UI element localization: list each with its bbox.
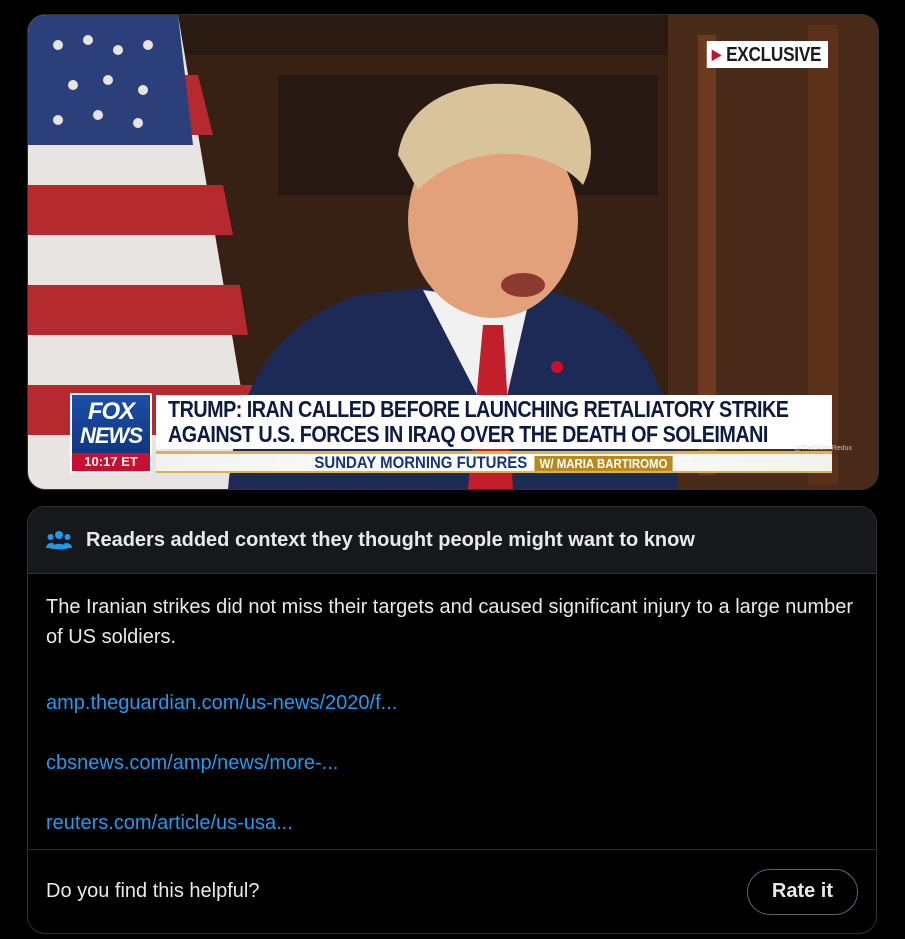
community-note-card: Readers added context they thought peopl… [27, 506, 877, 934]
source-link-reuters[interactable]: reuters.com/article/us-usa... [46, 810, 858, 836]
community-note-title: Readers added context they thought peopl… [86, 528, 695, 551]
post-media-video[interactable]: ▶ EXCLUSIVE FOX NEWS 10:17 ET TRUMP: IRAN… [27, 14, 879, 490]
watermark: @TheStormRedux [793, 445, 852, 452]
chyron-headline: TRUMP: IRAN CALLED BEFORE LAUNCHING RETA… [156, 395, 832, 449]
exclusive-badge: ▶ EXCLUSIVE [706, 41, 828, 68]
source-link-cbsnews[interactable]: cbsnews.com/amp/news/more-... [46, 750, 858, 776]
source-link-guardian[interactable]: amp.theguardian.com/us-news/2020/f... [46, 690, 858, 716]
community-note-header: Readers added context they thought peopl… [28, 507, 876, 574]
community-note-footer: Do you find this helpful? Rate it [28, 849, 876, 933]
people-icon [46, 531, 72, 549]
broadcast-time: 10:17 ET [72, 453, 150, 471]
community-note-body: The Iranian strikes did not miss their t… [28, 574, 876, 836]
helpful-question: Do you find this helpful? [46, 880, 260, 902]
rate-it-button[interactable]: Rate it [746, 868, 858, 915]
news-lower-third: FOX NEWS 10:17 ET TRUMP: IRAN CALLED BEF… [70, 393, 835, 475]
community-note-text: The Iranian strikes did not miss their t… [46, 596, 854, 648]
play-triangle-icon: ▶ [711, 46, 721, 62]
fox-news-logo: FOX NEWS 10:17 ET [70, 393, 152, 473]
show-ticker: SUNDAY MORNING FUTURES W/ MARIA BARTIROMO [156, 451, 832, 473]
